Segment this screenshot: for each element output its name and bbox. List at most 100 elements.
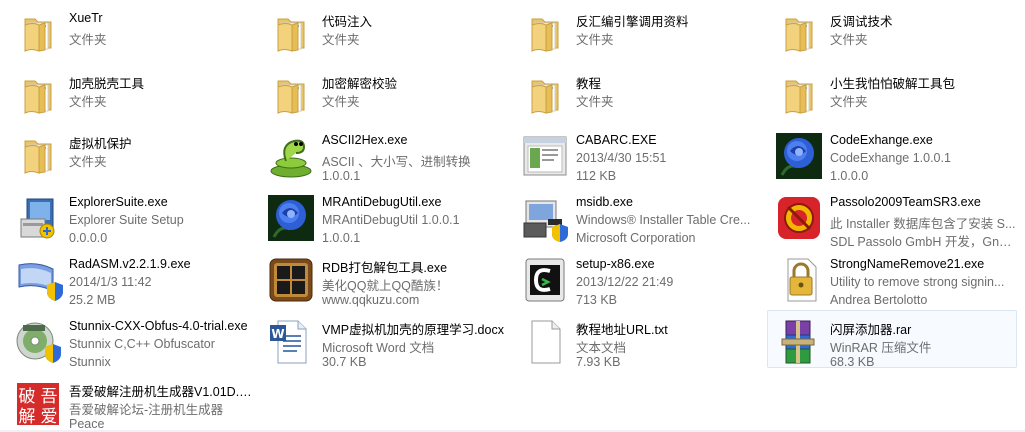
file-name: VMP虚拟机加壳的原理学习.docx: [322, 323, 504, 337]
svg-text:爱: 爱: [41, 407, 58, 427]
file-detail-primary: Windows® Installer Table Cre...: [576, 213, 751, 227]
file-item[interactable]: 加密解密校验 文件夹: [259, 64, 509, 122]
file-item[interactable]: ASCII2Hex.exe ASCII 、大小写、进制转换 1.0.0.1: [259, 124, 509, 183]
file-name: 闪屏添加器.rar: [830, 323, 912, 337]
file-name: 反汇编引擎调用资料: [576, 15, 689, 29]
svg-text:破: 破: [19, 387, 36, 407]
file-item[interactable]: Passolo2009TeamSR3.exe 此 Installer 数据库包含了…: [767, 186, 1017, 249]
app-window-shield-icon: [13, 255, 63, 305]
file-detail-primary: 文件夹: [69, 33, 107, 47]
file-name: 虚拟机保护: [69, 137, 132, 151]
file-name: 吾爱破解注册机生成器V1.01D.exe: [69, 385, 255, 399]
file-item[interactable]: 小生我怕怕破解工具包 文件夹: [767, 64, 1017, 122]
file-name: 加壳脱壳工具: [69, 77, 145, 91]
padlock-file-icon: [774, 255, 824, 305]
file-detail-secondary: www.qqkuzu.com: [322, 293, 420, 307]
file-item[interactable]: 教程 文件夹: [513, 64, 763, 122]
blue-rose-icon: [266, 193, 316, 243]
file-item[interactable]: 代码注入 文件夹: [259, 2, 509, 60]
file-name: RadASM.v2.2.1.9.exe: [69, 257, 191, 271]
file-name: MRAntiDebugUtil.exe: [322, 195, 442, 209]
file-detail-primary: 美化QQ就上QQ酷族！: [322, 279, 449, 293]
file-item[interactable]: XueTr 文件夹: [6, 2, 256, 60]
file-item[interactable]: 虚拟机保护 文件夹: [6, 124, 256, 182]
folder-icon: [266, 9, 316, 59]
file-item-selected[interactable]: 闪屏添加器.rar WinRAR 压缩文件 68.3 KB: [767, 310, 1017, 369]
svg-text:W: W: [271, 327, 284, 341]
folder-icon: [13, 131, 63, 181]
file-item[interactable]: 教程地址URL.txt 文本文档 7.93 KB: [513, 310, 763, 369]
folder-icon: [520, 9, 570, 59]
file-detail-secondary: 1.0.0.1: [322, 231, 361, 245]
file-detail-primary: 此 Installer 数据库包含了安装 S...: [830, 217, 1016, 231]
file-detail-primary: 文件夹: [69, 155, 107, 169]
file-name: RDB打包解包工具.exe: [322, 261, 448, 275]
file-detail-secondary: Andrea Bertolotto: [830, 293, 928, 307]
word-document-icon: W: [266, 317, 316, 367]
file-detail-primary: 2014/1/3 11:42: [69, 275, 152, 289]
file-item[interactable]: W VMP虚拟机加壳的原理学习.docx Microsoft Word 文档 30.…: [259, 310, 509, 369]
grid-box-icon: [266, 255, 316, 305]
file-item[interactable]: 反调试技术 文件夹: [767, 2, 1017, 60]
winrar-archive-icon: [774, 317, 824, 367]
passolo-icon: [774, 193, 824, 243]
file-item[interactable]: MRAntiDebugUtil.exe MRAntiDebugUtil 1.0.0…: [259, 186, 509, 245]
snake-icon: [266, 131, 316, 181]
file-detail-primary: 2013/12/22 21:49: [576, 275, 674, 289]
cygwin-icon: [520, 255, 570, 305]
file-detail-primary: 文件夹: [830, 95, 868, 109]
file-name: msidb.exe: [576, 195, 633, 209]
file-name: Stunnix-CXX-Obfus-4.0-trial.exe: [69, 319, 248, 333]
file-item[interactable]: 反汇编引擎调用资料 文件夹: [513, 2, 763, 60]
file-detail-secondary: Peace: [69, 417, 105, 431]
file-item[interactable]: setup-x86.exe 2013/12/22 21:49 713 KB: [513, 248, 763, 307]
msi-installer-icon: [520, 193, 570, 243]
file-detail-primary: 2013/4/30 15:51: [576, 151, 667, 165]
file-item[interactable]: CodeExhange.exe CodeExhange 1.0.0.1 1.0.0.…: [767, 124, 1017, 183]
file-item[interactable]: 破 吾 解 爱 吾爱破解注册机生成器V1.01D.exe 吾爱破解论坛-注册机生成…: [6, 372, 256, 431]
file-detail-secondary: 0.0.0.0: [69, 231, 108, 245]
svg-text:解: 解: [19, 407, 36, 427]
file-item[interactable]: RDB打包解包工具.exe 美化QQ就上QQ酷族！ www.qqkuzu.com: [259, 248, 509, 307]
file-detail-primary: ASCII 、大小写、进制转换: [322, 155, 471, 169]
file-name: 教程地址URL.txt: [576, 323, 668, 337]
file-item[interactable]: 加壳脱壳工具 文件夹: [6, 64, 256, 122]
file-detail-primary: Stunnix C,C++ Obfuscator: [69, 337, 215, 351]
file-item[interactable]: StrongNameRemove21.exe Utility to remove …: [767, 248, 1017, 307]
file-detail-secondary: 30.7 KB: [322, 355, 367, 369]
file-detail-primary: 文件夹: [576, 95, 614, 109]
file-detail-primary: Microsoft Word 文档: [322, 341, 435, 355]
file-name: ExplorerSuite.exe: [69, 195, 168, 209]
file-item[interactable]: msidb.exe Windows® Installer Table Cre...…: [513, 186, 763, 245]
file-name: 小生我怕怕破解工具包: [830, 77, 956, 91]
file-item[interactable]: RadASM.v2.2.1.9.exe 2014/1/3 11:42 25.2 MB: [6, 248, 256, 307]
file-name: Passolo2009TeamSR3.exe: [830, 195, 981, 209]
installer-icon: [13, 193, 63, 243]
file-item[interactable]: Stunnix-CXX-Obfus-4.0-trial.exe Stunnix C…: [6, 310, 256, 369]
file-name: StrongNameRemove21.exe: [830, 257, 985, 271]
file-detail-secondary: 1.0.0.0: [830, 169, 869, 183]
file-detail-primary: Explorer Suite Setup: [69, 213, 184, 227]
file-detail-primary: CodeExhange 1.0.0.1: [830, 151, 951, 165]
file-detail-primary: 文件夹: [69, 95, 107, 109]
file-detail-secondary: Microsoft Corporation: [576, 231, 696, 245]
file-name: 反调试技术: [830, 15, 893, 29]
file-detail-primary: 文件夹: [322, 95, 360, 109]
file-detail-primary: 吾爱破解论坛-注册机生成器: [69, 403, 224, 417]
text-file-icon: [520, 317, 570, 367]
file-detail-secondary: 713 KB: [576, 293, 618, 307]
file-item[interactable]: CABARC.EXE 2013/4/30 15:51 112 KB: [513, 124, 763, 183]
blue-rose-icon: [774, 131, 824, 181]
file-detail-secondary: 1.0.0.1: [322, 169, 361, 183]
folder-icon: [266, 71, 316, 121]
file-name: CABARC.EXE: [576, 133, 657, 147]
file-detail-primary: WinRAR 压缩文件: [830, 341, 932, 355]
disc-shield-icon: [13, 317, 63, 367]
folder-icon: [774, 71, 824, 121]
file-item[interactable]: ExplorerSuite.exe Explorer Suite Setup 0.0…: [6, 186, 256, 245]
file-name: setup-x86.exe: [576, 257, 655, 271]
file-name: 代码注入: [322, 15, 373, 29]
file-detail-primary: 文件夹: [322, 33, 360, 47]
console-window-icon: [520, 131, 570, 181]
svg-text:吾: 吾: [41, 387, 58, 407]
